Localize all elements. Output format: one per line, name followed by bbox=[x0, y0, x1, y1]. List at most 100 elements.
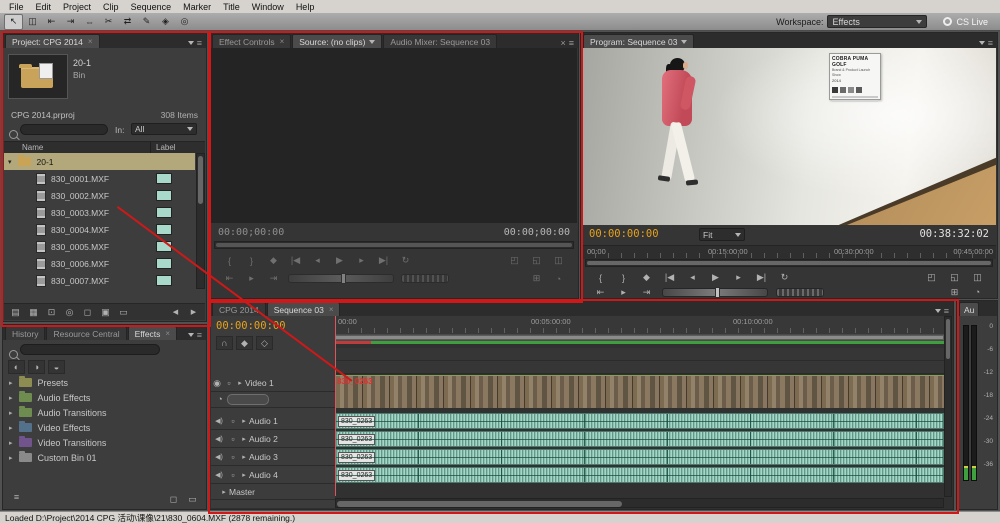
output-button[interactable]: ◔ bbox=[551, 273, 566, 285]
effects-bin-custom-bin[interactable]: ▸ Custom Bin 01 bbox=[4, 450, 195, 465]
panel-menu-button[interactable]: ≡ bbox=[931, 306, 953, 316]
panel-menu-button[interactable]: ≡ bbox=[184, 330, 206, 340]
go-to-in-button[interactable]: |◀ bbox=[288, 255, 303, 267]
close-icon[interactable]: × bbox=[165, 329, 170, 338]
slip-tool-icon[interactable]: ⇄ bbox=[118, 14, 137, 30]
jog-disk[interactable] bbox=[401, 274, 449, 283]
mark-out-button[interactable]: } bbox=[616, 272, 631, 284]
menu-title[interactable]: Title bbox=[217, 2, 246, 12]
audio-clip[interactable]: 830_0263 bbox=[335, 449, 944, 465]
label-swatch[interactable] bbox=[156, 275, 172, 286]
ripple-edit-tool-icon[interactable]: ⇤ bbox=[42, 14, 61, 30]
clip-row[interactable]: 830_0007.MXF bbox=[4, 272, 195, 289]
track-header-video1[interactable]: ◉ ▫ ▸ Video 1 bbox=[211, 375, 335, 392]
tab-history[interactable]: History bbox=[5, 326, 45, 340]
speaker-icon[interactable]: ◀) bbox=[211, 433, 227, 445]
track-header-audio4[interactable]: ◀) ▫ ▸ Audio 4 bbox=[211, 467, 335, 484]
export-frame-button[interactable]: ◫ bbox=[970, 272, 985, 284]
twirl-icon[interactable]: ▸ bbox=[239, 433, 249, 445]
track-name[interactable]: Audio 2 bbox=[249, 434, 278, 444]
sequence-marker-icon[interactable]: ◆ bbox=[236, 336, 253, 350]
track-name[interactable]: Audio 4 bbox=[249, 470, 278, 480]
tab-project[interactable]: Project: CPG 2014 × bbox=[5, 34, 100, 48]
tab-sequence-cpg2014[interactable]: CPG 2014 bbox=[212, 302, 266, 316]
twirl-open-icon[interactable]: ▾ bbox=[8, 158, 12, 166]
track-select-tool-icon[interactable]: ◫ bbox=[23, 14, 42, 30]
mark-in-button[interactable]: { bbox=[593, 272, 608, 284]
project-vertical-scrollbar[interactable] bbox=[196, 153, 205, 289]
list-view-icon[interactable]: ▤ bbox=[8, 306, 23, 318]
automate-to-sequence-icon[interactable]: ⊡ bbox=[44, 306, 59, 318]
mark-out-button[interactable]: } bbox=[244, 255, 259, 267]
tab-program[interactable]: Program: Sequence 03 bbox=[583, 34, 694, 48]
play-in-out-button[interactable]: ▸ bbox=[244, 273, 259, 285]
track-volume-oval[interactable] bbox=[227, 394, 269, 405]
label-swatch[interactable] bbox=[156, 190, 172, 201]
cs-live-button[interactable]: CS Live bbox=[943, 17, 988, 27]
label-swatch[interactable] bbox=[156, 207, 172, 218]
close-icon[interactable]: × bbox=[280, 37, 285, 46]
panel-menu-button[interactable]: ≡ bbox=[975, 38, 997, 48]
lock-icon[interactable]: ▫ bbox=[227, 433, 239, 445]
step-forward-button[interactable]: ▸ bbox=[731, 272, 746, 284]
twirl-icon[interactable]: ▸ bbox=[9, 409, 13, 417]
fit-dropdown[interactable]: Fit bbox=[699, 228, 745, 241]
go-to-previous-edit-button[interactable]: ⇤ bbox=[593, 286, 608, 298]
panel-menu-button[interactable]: ×≡ bbox=[560, 38, 578, 48]
timeline-vertical-scrollbar[interactable] bbox=[944, 316, 952, 497]
razor-tool-icon[interactable]: ✂ bbox=[99, 14, 118, 30]
scroll-left-icon[interactable]: ◀ bbox=[168, 306, 183, 318]
insert-button[interactable]: ◰ bbox=[507, 255, 522, 267]
menu-help[interactable]: Help bbox=[290, 2, 321, 12]
menu-window[interactable]: Window bbox=[246, 2, 290, 12]
twirl-icon[interactable]: ▸ bbox=[9, 439, 13, 447]
trash-icon[interactable]: ▭ bbox=[185, 493, 200, 505]
effects-bin-video-effects[interactable]: ▸ Video Effects bbox=[4, 420, 195, 435]
label-swatch[interactable] bbox=[156, 173, 172, 184]
scroll-right-icon[interactable]: ▶ bbox=[186, 306, 201, 318]
go-to-previous-edit-button[interactable]: ⇤ bbox=[222, 273, 237, 285]
step-back-button[interactable]: ◂ bbox=[685, 272, 700, 284]
jog-disk[interactable] bbox=[776, 288, 824, 297]
effects-bin-video-transitions[interactable]: ▸ Video Transitions bbox=[4, 435, 195, 450]
add-marker-button[interactable]: ◆ bbox=[266, 255, 281, 267]
go-to-out-button[interactable]: ▶| bbox=[376, 255, 391, 267]
shuttle-slider[interactable] bbox=[288, 274, 394, 283]
hand-tool-icon[interactable]: ◈ bbox=[156, 14, 175, 30]
program-time-ruler[interactable]: 00:00 00:15:00:00 00:30:00:00 00:45:00:0… bbox=[582, 245, 996, 259]
tab-source[interactable]: Source: (no clips) bbox=[292, 34, 382, 48]
output-button[interactable]: ◔ bbox=[970, 286, 985, 298]
menu-project[interactable]: Project bbox=[57, 2, 97, 12]
label-swatch[interactable] bbox=[156, 224, 172, 235]
twirl-icon[interactable]: ▸ bbox=[9, 394, 13, 402]
menu-clip[interactable]: Clip bbox=[97, 2, 125, 12]
find-icon[interactable]: ◎ bbox=[62, 306, 77, 318]
program-timecode[interactable]: 00:00:00:00 bbox=[589, 228, 659, 240]
go-to-next-edit-button[interactable]: ⇥ bbox=[266, 273, 281, 285]
source-timecode[interactable]: 00:00;00:00 bbox=[218, 227, 284, 238]
scrollbar-thumb[interactable] bbox=[587, 261, 991, 265]
yuv-effects-icon[interactable]: ◒ bbox=[48, 360, 65, 374]
rolling-edit-tool-icon[interactable]: ⇥ bbox=[61, 14, 80, 30]
label-swatch[interactable] bbox=[156, 241, 172, 252]
tab-effects[interactable]: Effects × bbox=[128, 326, 178, 340]
twirl-icon[interactable]: ▸ bbox=[239, 451, 249, 463]
accelerated-effects-icon[interactable]: ◐ bbox=[8, 360, 25, 374]
snap-icon[interactable]: ∩ bbox=[216, 336, 233, 350]
toggle-track-output-icon[interactable]: ◉ bbox=[211, 377, 223, 389]
go-to-next-edit-button[interactable]: ⇥ bbox=[639, 286, 654, 298]
twirl-icon[interactable]: ▸ bbox=[219, 486, 229, 498]
shuttle-slider[interactable] bbox=[662, 288, 768, 297]
icon-view-icon[interactable]: ▦ bbox=[26, 306, 41, 318]
twirl-icon[interactable]: ▸ bbox=[239, 469, 249, 481]
go-to-in-button[interactable]: |◀ bbox=[662, 272, 677, 284]
safe-margins-button[interactable]: ⊞ bbox=[529, 273, 544, 285]
mark-in-button[interactable]: { bbox=[222, 255, 237, 267]
scrollbar-thumb[interactable] bbox=[337, 501, 622, 507]
effects-bin-audio-effects[interactable]: ▸ Audio Effects bbox=[4, 390, 195, 405]
effects-bin-presets[interactable]: ▸ Presets bbox=[4, 375, 195, 390]
step-back-button[interactable]: ◂ bbox=[310, 255, 325, 267]
set-display-style-icon[interactable]: ◔ bbox=[213, 393, 227, 405]
selection-tool-icon[interactable]: ↖ bbox=[4, 14, 23, 30]
bin-row[interactable]: ▾ 20-1 bbox=[4, 153, 195, 170]
